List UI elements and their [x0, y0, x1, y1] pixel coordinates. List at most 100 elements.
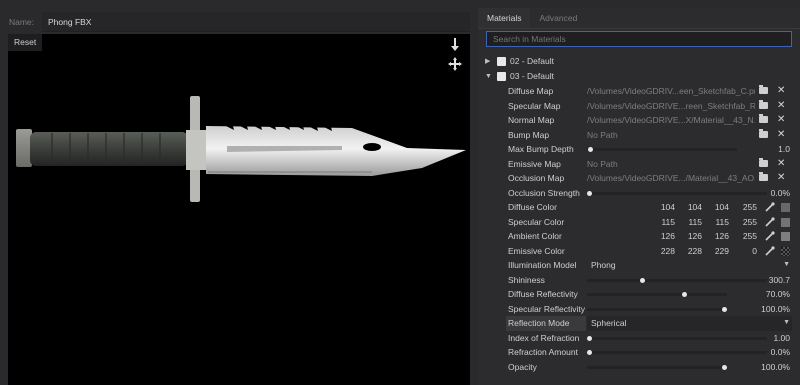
ambient-color-row: Ambient Color 126 126 126 255: [478, 229, 800, 244]
slider-knob[interactable]: [722, 364, 727, 370]
slider-knob[interactable]: [681, 292, 687, 297]
shininess-row: Shininess 300.7: [478, 273, 800, 288]
material-group-name: 02 - Default: [510, 56, 554, 66]
opacity-slider[interactable]: [587, 364, 727, 370]
slider-knob[interactable]: [639, 277, 645, 283]
tab-advanced[interactable]: Advanced: [530, 8, 586, 28]
folder-icon[interactable]: [759, 85, 768, 94]
eyedropper-icon[interactable]: [765, 216, 775, 227]
red-value[interactable]: 228: [649, 244, 675, 259]
close-icon[interactable]: ✕: [777, 128, 785, 143]
bump-map-path[interactable]: No Path: [587, 128, 755, 143]
collapse-arrow-icon[interactable]: ▼: [485, 69, 492, 84]
folder-icon[interactable]: [759, 114, 768, 123]
red-value[interactable]: 115: [649, 215, 675, 230]
expand-arrow-icon[interactable]: ▶: [485, 54, 490, 69]
occlusion-map-path[interactable]: /Volumes/VideoGDRIVE.../Material__43_AO.…: [587, 171, 755, 186]
refraction-amount-label: Refraction Amount: [508, 347, 578, 357]
bump-map-label: Bump Map: [508, 129, 550, 140]
blue-value[interactable]: 229: [703, 244, 729, 259]
folder-icon[interactable]: [759, 157, 768, 167]
diffuse-map-row: Diffuse Map /Volumes/VideoGDRIV...een_Sk…: [478, 84, 800, 99]
emissive-map-label: Emissive Map: [508, 158, 561, 169]
blue-value[interactable]: 126: [703, 229, 729, 244]
illumination-model-label: Illumination Model: [508, 260, 577, 270]
material-group-name: 03 - Default: [510, 71, 554, 81]
red-value[interactable]: 126: [649, 229, 675, 244]
specular-map-row: Specular Map /Volumes/VideoGDRIVE...reen…: [478, 99, 800, 114]
move-all-icon[interactable]: [446, 55, 464, 73]
green-value[interactable]: 228: [676, 244, 702, 259]
occlusion-strength-slider[interactable]: [587, 190, 767, 196]
folder-icon[interactable]: [759, 128, 768, 138]
diffuse-map-path[interactable]: /Volumes/VideoGDRIV...een_Sketchfab_C.pn…: [587, 84, 755, 99]
name-field[interactable]: Phong FBX: [42, 12, 470, 32]
alpha-value[interactable]: 255: [731, 200, 757, 215]
index-of-refraction-value: 1.00: [773, 332, 790, 343]
opacity-row: Opacity 100.0%: [478, 360, 800, 375]
material-group-02[interactable]: ▶ 02 - Default: [478, 54, 800, 69]
illumination-model-select[interactable]: Phong ▼: [587, 258, 792, 273]
ambient-color-label: Ambient Color: [508, 231, 562, 241]
blue-value[interactable]: 104: [703, 200, 729, 215]
normal-map-path[interactable]: /Volumes/VideoGDRIVE...X/Material__43_N.…: [587, 113, 755, 128]
name-row: Name: Phong FBX: [0, 12, 470, 32]
folder-icon[interactable]: [759, 99, 768, 109]
green-value[interactable]: 115: [676, 215, 702, 230]
max-bump-depth-slider[interactable]: [587, 147, 737, 152]
material-group-03[interactable]: ▼ 03 - Default: [478, 69, 800, 84]
slider-knob[interactable]: [588, 147, 594, 152]
reflection-mode-select[interactable]: Spherical ▼: [587, 316, 792, 331]
normal-map-row: Normal Map /Volumes/VideoGDRIVE...X/Mate…: [478, 113, 800, 128]
folder-icon[interactable]: [759, 172, 768, 181]
emissive-map-path[interactable]: No Path: [587, 157, 755, 172]
specular-reflectivity-row: Specular Reflectivity 100.0%: [478, 302, 800, 317]
specular-map-path[interactable]: /Volumes/VideoGDRIVE...reen_Sketchfab_R.…: [587, 99, 755, 114]
green-value[interactable]: 126: [676, 229, 702, 244]
diffuse-reflectivity-slider[interactable]: [587, 292, 727, 297]
alpha-value[interactable]: 0: [731, 244, 757, 259]
red-value[interactable]: 104: [649, 200, 675, 215]
slider-knob[interactable]: [587, 190, 592, 196]
alpha-value[interactable]: 255: [731, 215, 757, 230]
move-down-icon[interactable]: [446, 36, 464, 54]
slider-knob[interactable]: [722, 306, 727, 312]
close-icon[interactable]: ✕: [777, 171, 785, 186]
green-value[interactable]: 104: [676, 200, 702, 215]
viewer-panel: Name: Phong FBX Reset: [0, 0, 470, 385]
alpha-value[interactable]: 255: [731, 229, 757, 244]
close-icon[interactable]: ✕: [777, 84, 785, 99]
shininess-value: 300.7: [768, 274, 790, 285]
slider-knob[interactable]: [587, 335, 592, 341]
eyedropper-icon[interactable]: [765, 202, 775, 212]
3d-viewport[interactable]: Reset: [8, 34, 470, 385]
refraction-amount-slider[interactable]: [587, 350, 767, 355]
illumination-model-value: Phong: [591, 260, 616, 270]
transparent-swatch[interactable]: [781, 246, 790, 256]
diffuse-color-label: Diffuse Color: [508, 202, 557, 212]
blue-value[interactable]: 115: [703, 215, 729, 230]
tab-materials[interactable]: Materials: [478, 8, 531, 28]
emissive-color-label: Emissive Color: [508, 245, 565, 256]
color-swatch[interactable]: [781, 217, 790, 227]
opacity-value: 100.0%: [761, 361, 790, 372]
slider-knob[interactable]: [587, 350, 592, 355]
eyedropper-icon[interactable]: [765, 245, 775, 256]
color-swatch[interactable]: [781, 232, 790, 241]
occlusion-strength-row: Occlusion Strength 0.0%: [478, 186, 800, 201]
close-icon[interactable]: ✕: [777, 113, 785, 128]
close-icon[interactable]: ✕: [777, 99, 785, 114]
index-of-refraction-slider[interactable]: [587, 335, 767, 341]
reset-button[interactable]: Reset: [8, 34, 43, 51]
eyedropper-icon[interactable]: [765, 231, 775, 241]
color-swatch[interactable]: [781, 203, 790, 212]
occlusion-map-row: Occlusion Map /Volumes/VideoGDRIVE.../Ma…: [478, 171, 800, 186]
shininess-slider[interactable]: [587, 277, 767, 283]
close-icon[interactable]: ✕: [777, 157, 785, 172]
diffuse-color-row: Diffuse Color 104 104 104 255: [478, 200, 800, 215]
specular-reflectivity-slider[interactable]: [587, 306, 727, 312]
name-label: Name:: [8, 17, 34, 27]
search-input[interactable]: [486, 31, 792, 47]
reflection-mode-row: Reflection Mode Spherical ▼: [478, 316, 800, 331]
material-icon: [497, 57, 506, 66]
